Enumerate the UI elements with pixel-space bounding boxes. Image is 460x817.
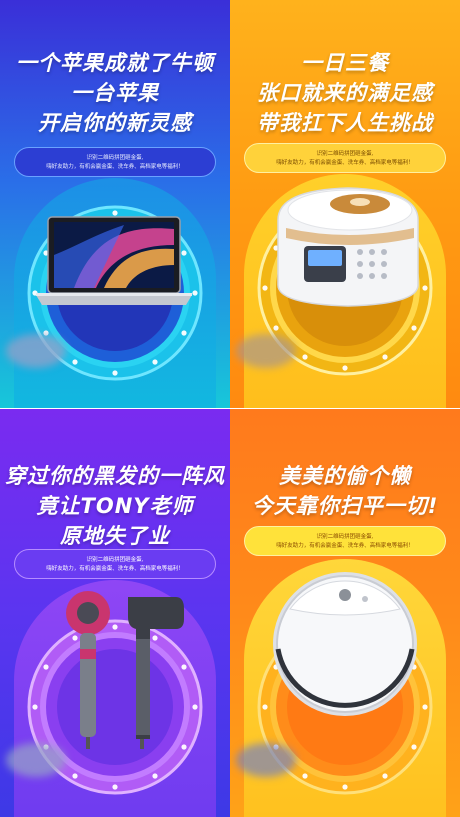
poster-hair-dryer: 穿过你的黑发的一阵风 竟让TONY老师 原地失了业 识别二维码拼团砸金蛋, 嗨好…	[0, 409, 230, 817]
headline-line-2: 一台苹果	[71, 81, 159, 105]
promo-line-1: 识别二维码拼团砸金蛋,	[316, 151, 374, 157]
decorative-blur	[236, 743, 296, 777]
laptop-icon	[36, 216, 192, 305]
poster-rice-cooker: 一日三餐 张口就来的满足感 带我扛下人生挑战 识别二维码拼团砸金蛋, 嗨好友助力…	[230, 0, 460, 408]
promo-line-2: 嗨好友助力，有机会赢金蛋、洗车券、高档家电等福利！	[276, 543, 414, 549]
robot-vacuum-icon	[273, 572, 417, 716]
headline-line-2: 竟让TONY老师	[36, 494, 194, 518]
headline: 一日三餐 张口就来的满足感 带我扛下人生挑战	[230, 48, 460, 138]
poster-laptop: 一个苹果成就了牛顿 一台苹果 开启你的新灵感 识别二维码拼团砸金蛋, 嗨好友助力…	[0, 0, 230, 408]
decorative-blur	[6, 334, 66, 368]
promo-line-1: 识别二维码拼团砸金蛋,	[86, 557, 144, 563]
promo-pill: 识别二维码拼团砸金蛋, 嗨好友助力，有机会赢金蛋、洗车券、高档家电等福利！	[244, 526, 446, 556]
hair-dryer-icon	[66, 591, 184, 749]
promo-line-1: 识别二维码拼团砸金蛋,	[86, 155, 144, 161]
promo-line-2: 嗨好友助力，有机会赢金蛋、洗车券、高档家电等福利！	[46, 164, 184, 170]
promo-pill: 识别二维码拼团砸金蛋, 嗨好友助力，有机会赢金蛋、洗车券、高档家电等福利！	[244, 143, 446, 173]
promo-pill: 识别二维码拼团砸金蛋, 嗨好友助力，有机会赢金蛋、洗车券、高档家电等福利！	[14, 549, 216, 579]
headline-line-3: 原地失了业	[60, 524, 170, 548]
promo-line-1: 识别二维码拼团砸金蛋,	[316, 534, 374, 540]
poster-robot-vacuum: 美美的偷个懒 今天靠你扫平一切! 识别二维码拼团砸金蛋, 嗨好友助力，有机会赢金…	[230, 409, 460, 817]
headline: 一个苹果成就了牛顿 一台苹果 开启你的新灵感	[0, 48, 230, 138]
headline-line-1: 美美的偷个懒	[279, 464, 411, 488]
headline-line-3: 开启你的新灵感	[38, 111, 192, 135]
rice-cooker-icon	[277, 187, 419, 307]
promo-pill: 识别二维码拼团砸金蛋, 嗨好友助力，有机会赢金蛋、洗车券、高档家电等福利！	[14, 147, 216, 177]
headline: 穿过你的黑发的一阵风 竟让TONY老师 原地失了业	[0, 461, 230, 551]
headline-line-3: 带我扛下人生挑战	[257, 111, 433, 135]
decorative-blur	[6, 743, 66, 777]
headline-line-2: 今天靠你扫平一切!	[251, 494, 439, 518]
headline-line-2: 张口就来的满足感	[257, 81, 433, 105]
decorative-blur	[236, 334, 296, 368]
headline: 美美的偷个懒 今天靠你扫平一切!	[230, 461, 460, 521]
promo-line-2: 嗨好友助力，有机会赢金蛋、洗车券、高档家电等福利！	[46, 566, 184, 572]
headline-line-1: 穿过你的黑发的一阵风	[5, 464, 225, 488]
headline-line-1: 一个苹果成就了牛顿	[16, 51, 214, 75]
headline-line-1: 一日三餐	[301, 51, 389, 75]
promo-line-2: 嗨好友助力，有机会赢金蛋、洗车券、高档家电等福利！	[276, 160, 414, 166]
